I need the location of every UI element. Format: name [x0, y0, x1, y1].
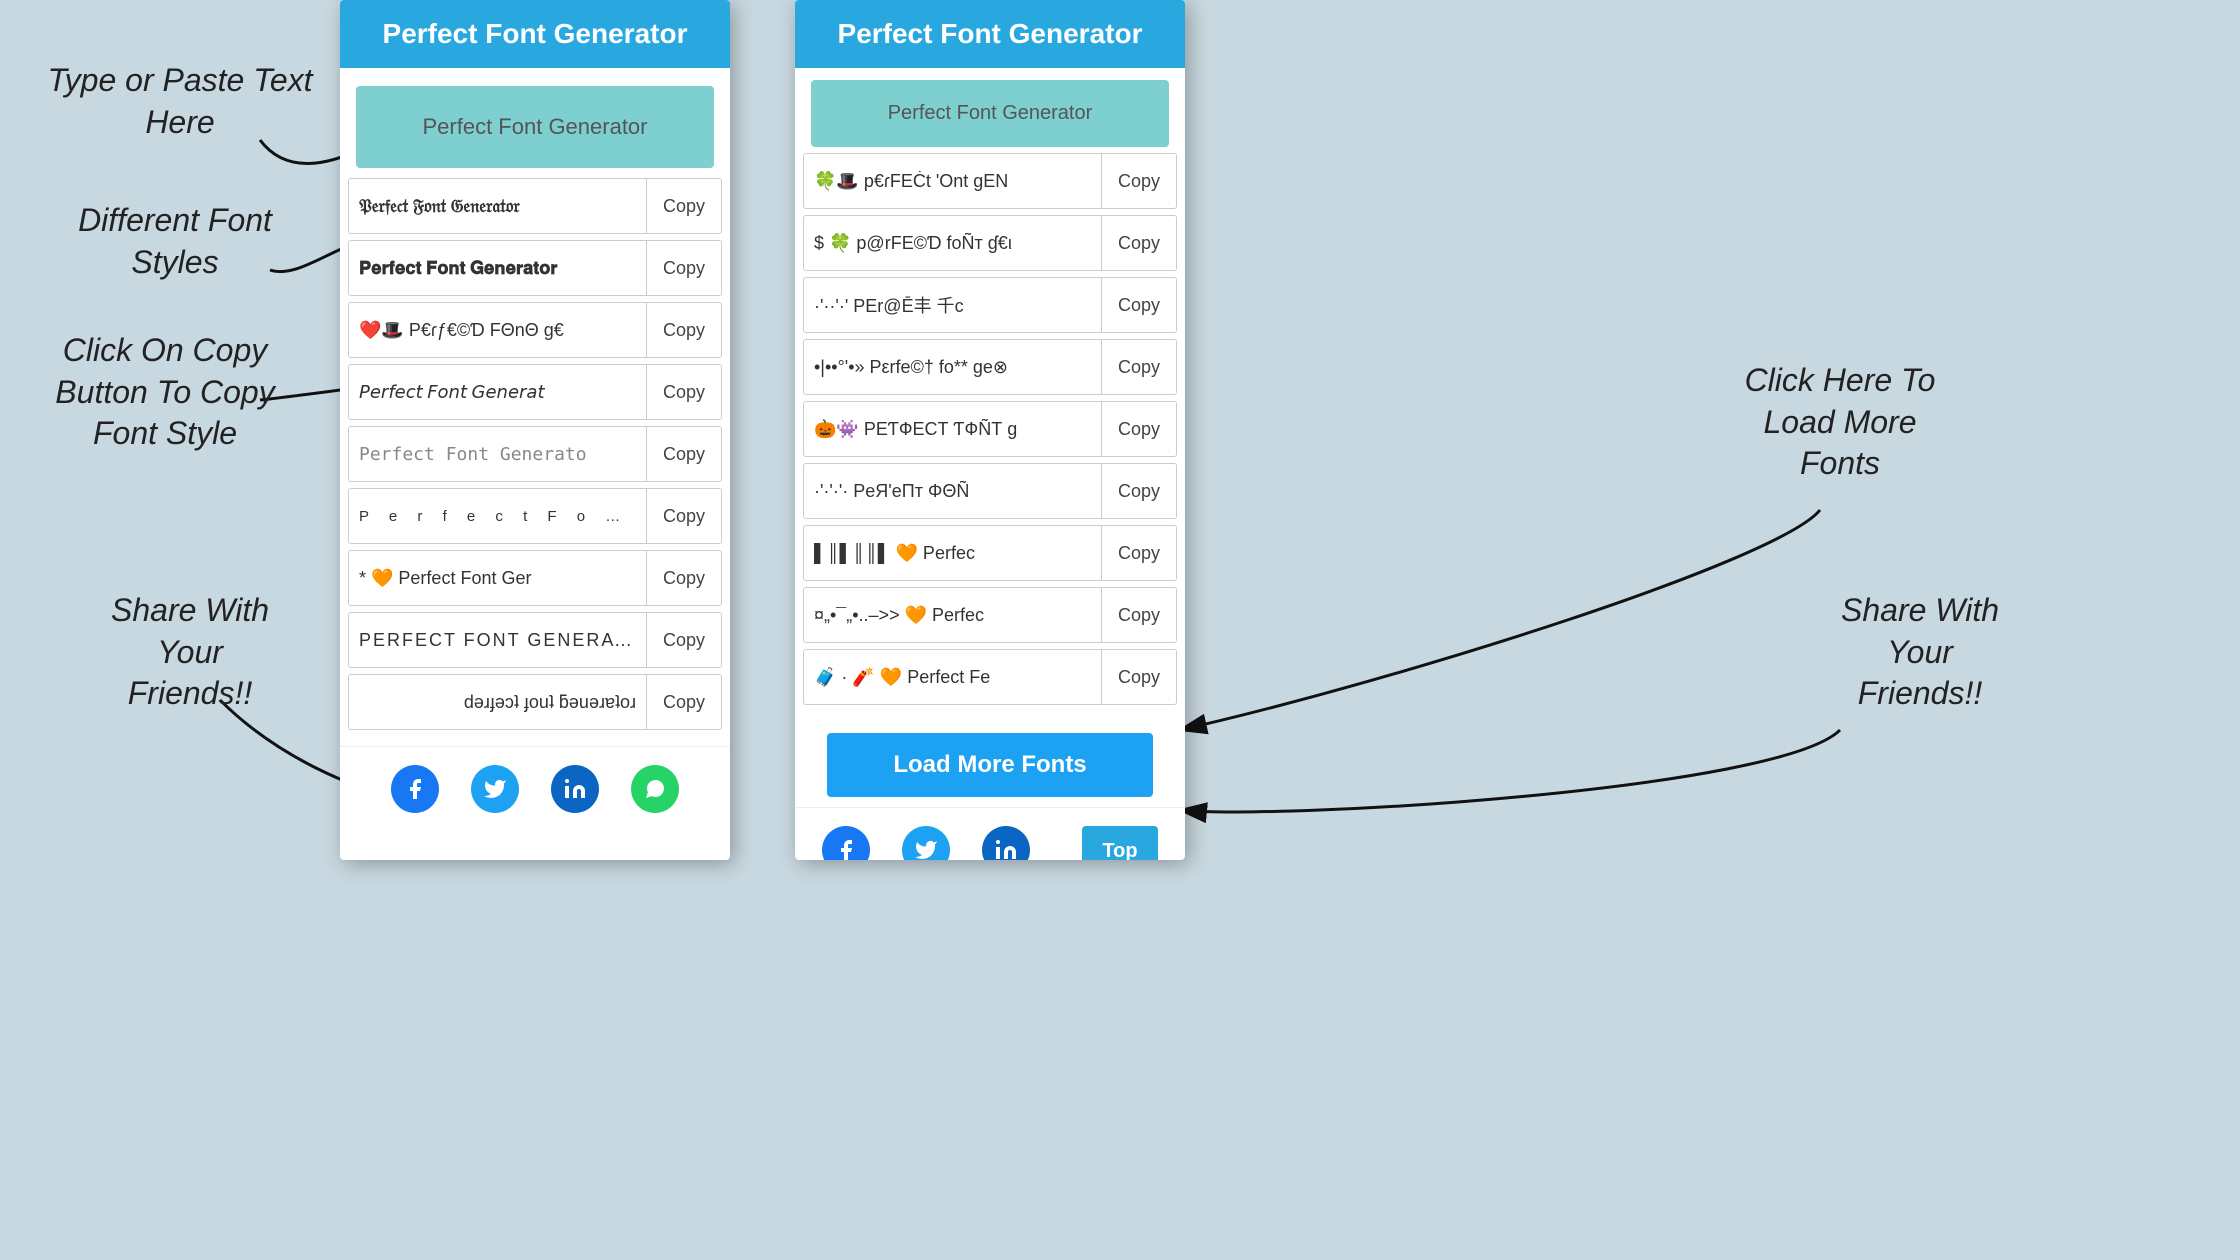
table-row: PERFECT FONT GENERATOR Copy: [348, 612, 722, 668]
copy-button[interactable]: Copy: [1101, 588, 1176, 642]
twitter-share-button-2[interactable]: [902, 826, 950, 860]
copy-button[interactable]: Copy: [646, 613, 721, 667]
font-text: 🍀🎩 p€ɾFEĊt 'Ont gEN: [804, 171, 1101, 192]
copy-button[interactable]: Copy: [1101, 340, 1176, 394]
table-row: 🍀🎩 p€ɾFEĊt 'Ont gEN Copy: [803, 153, 1177, 209]
table-row: ❤️🎩 P€ɾƒ€©Ɗ FΘnΘ g€ Copy: [348, 302, 722, 358]
whatsapp-share-button[interactable]: [631, 765, 679, 813]
table-row: P e r f e c t F o n t Copy: [348, 488, 722, 544]
phone1-header: Perfect Font Generator: [340, 0, 730, 68]
phone2-header: Perfect Font Generator: [795, 0, 1185, 68]
facebook-share-button-2[interactable]: [822, 826, 870, 860]
table-row: 🧳 · 🧨 🧡 Perfect Fе Copy: [803, 649, 1177, 705]
phone2-input-display: Perfect Font Generator: [811, 80, 1169, 147]
table-row: 𝙿𝚎𝚛𝚏𝚎𝚌𝚝 𝙵𝚘𝚗𝚝 𝙶𝚎𝚗𝚎𝚛𝚊𝚝𝚘 Copy: [348, 426, 722, 482]
copy-button[interactable]: Copy: [646, 427, 721, 481]
font-text: 𝐏𝐞𝐫𝐟𝐞𝐜𝐭 𝐅𝐨𝐧𝐭 𝐆𝐞𝐧𝐞𝐫𝐚𝐭𝐨𝐫: [349, 258, 646, 279]
phone2: Perfect Font Generator Perfect Font Gene…: [795, 0, 1185, 860]
font-text: PERFECT FONT GENERATOR: [349, 630, 646, 651]
annotation-diff-font: Different FontStyles: [30, 200, 320, 283]
font-text: ·'··'·' ΡΕr@Ē丰 千c: [804, 292, 1101, 318]
twitter-share-button[interactable]: [471, 765, 519, 813]
table-row: ɹoʇɐɹǝuǝƃ ʇuoɟ ʇɔǝɟɹǝd Copy: [348, 674, 722, 730]
font-text: 🎃👾 ΡΕƬФΕCТ ƬФÑТ g: [804, 419, 1101, 440]
phone1-font-list: 𝔓𝔢𝔯𝔣𝔢𝔠𝔱 𝔉𝔬𝔫𝔱 𝔊𝔢𝔫𝔢𝔯𝔞𝔱𝔬𝔯 Copy 𝐏𝐞𝐫𝐟𝐞𝐜𝐭 𝐅𝐨𝐧𝐭…: [340, 178, 730, 746]
font-text: * 🧡 Perfect Fᴏnt Ger: [349, 568, 646, 589]
table-row: * 🧡 Perfect Fᴏnt Ger Copy: [348, 550, 722, 606]
linkedin-share-button-2[interactable]: [982, 826, 1030, 860]
copy-button[interactable]: Copy: [646, 241, 721, 295]
phone2-share-bar: Top: [795, 807, 1185, 860]
font-text: 🧳 · 🧨 🧡 Perfect Fе: [804, 667, 1101, 688]
font-text: •|••°'•» Pεrfe©† fo** ge⊗: [804, 357, 1101, 378]
font-text: $ 🍀 p@rFE©Ɗ foÑт ɠ€ι: [804, 233, 1101, 254]
table-row: $ 🍀 p@rFE©Ɗ foÑт ɠ€ι Copy: [803, 215, 1177, 271]
annotation-load-more: Click Here ToLoad MoreFonts: [1680, 360, 2000, 485]
phone1: Perfect Font Generator 𝔓𝔢𝔯𝔣𝔢𝔠𝔱 𝔉𝔬𝔫𝔱 𝔊𝔢𝔫𝔢…: [340, 0, 730, 860]
font-text: 𝘗𝘦𝘳𝘧𝘦𝘤𝘵 𝘍𝘰𝘯𝘵 𝘎𝘦𝘯𝘦𝘳𝘢𝘵: [349, 382, 646, 403]
copy-button[interactable]: Copy: [1101, 402, 1176, 456]
copy-button[interactable]: Copy: [1101, 278, 1176, 332]
copy-button[interactable]: Copy: [1101, 216, 1176, 270]
table-row: ·'·'·'· PeЯ'eΠт ΦΘÑ Copy: [803, 463, 1177, 519]
copy-button[interactable]: Copy: [1101, 154, 1176, 208]
phone1-input[interactable]: [356, 86, 714, 168]
font-text: 𝙿𝚎𝚛𝚏𝚎𝚌𝚝 𝙵𝚘𝚗𝚝 𝙶𝚎𝚗𝚎𝚛𝚊𝚝𝚘: [349, 444, 646, 465]
copy-button[interactable]: Copy: [646, 303, 721, 357]
copy-button[interactable]: Copy: [646, 551, 721, 605]
copy-button[interactable]: Copy: [646, 179, 721, 233]
font-text: ▌║▌║║▌ 🧡 Perfec: [804, 543, 1101, 564]
copy-button[interactable]: Copy: [1101, 526, 1176, 580]
copy-button[interactable]: Copy: [1101, 650, 1176, 704]
copy-button[interactable]: Copy: [646, 489, 721, 543]
font-text: ·'·'·'· PeЯ'eΠт ΦΘÑ: [804, 481, 1101, 502]
top-button[interactable]: Top: [1082, 826, 1157, 860]
table-row: 𝘗𝘦𝘳𝘧𝘦𝘤𝘵 𝘍𝘰𝘯𝘵 𝘎𝘦𝘯𝘦𝘳𝘢𝘵 Copy: [348, 364, 722, 420]
linkedin-share-button[interactable]: [551, 765, 599, 813]
annotation-share-right: Share WithYourFriends!!: [1780, 590, 2060, 715]
font-text: ¤„•¯„•..–>> 🧡 Perfec: [804, 605, 1101, 626]
table-row: •|••°'•» Pεrfe©† fo** ge⊗ Copy: [803, 339, 1177, 395]
table-row: ¤„•¯„•..–>> 🧡 Perfec Copy: [803, 587, 1177, 643]
phone1-share-bar: [340, 746, 730, 827]
font-text: ❤️🎩 P€ɾƒ€©Ɗ FΘnΘ g€: [349, 320, 646, 341]
font-text: ɹoʇɐɹǝuǝƃ ʇuoɟ ʇɔǝɟɹǝd: [349, 692, 646, 713]
annotation-share-left: Share WithYourFriends!!: [60, 590, 320, 715]
font-text: P e r f e c t F o n t: [349, 508, 646, 525]
table-row: 🎃👾 ΡΕƬФΕCТ ƬФÑТ g Copy: [803, 401, 1177, 457]
table-row: ·'··'·' ΡΕr@Ē丰 千c Copy: [803, 277, 1177, 333]
phone2-font-list: 🍀🎩 p€ɾFEĊt 'Ont gEN Copy $ 🍀 p@rFE©Ɗ foÑ…: [795, 153, 1185, 721]
load-more-button[interactable]: Load More Fonts: [827, 733, 1153, 797]
table-row: ▌║▌║║▌ 🧡 Perfec Copy: [803, 525, 1177, 581]
copy-button[interactable]: Copy: [646, 675, 721, 729]
annotation-click-copy: Click On CopyButton To CopyFont Style: [20, 330, 310, 455]
font-text: 𝔓𝔢𝔯𝔣𝔢𝔠𝔱 𝔉𝔬𝔫𝔱 𝔊𝔢𝔫𝔢𝔯𝔞𝔱𝔬𝔯: [349, 196, 646, 217]
facebook-share-button[interactable]: [391, 765, 439, 813]
table-row: 𝔓𝔢𝔯𝔣𝔢𝔠𝔱 𝔉𝔬𝔫𝔱 𝔊𝔢𝔫𝔢𝔯𝔞𝔱𝔬𝔯 Copy: [348, 178, 722, 234]
copy-button[interactable]: Copy: [646, 365, 721, 419]
annotation-type-paste: Type or Paste Text Here: [40, 60, 320, 143]
copy-button[interactable]: Copy: [1101, 464, 1176, 518]
table-row: 𝐏𝐞𝐫𝐟𝐞𝐜𝐭 𝐅𝐨𝐧𝐭 𝐆𝐞𝐧𝐞𝐫𝐚𝐭𝐨𝐫 Copy: [348, 240, 722, 296]
